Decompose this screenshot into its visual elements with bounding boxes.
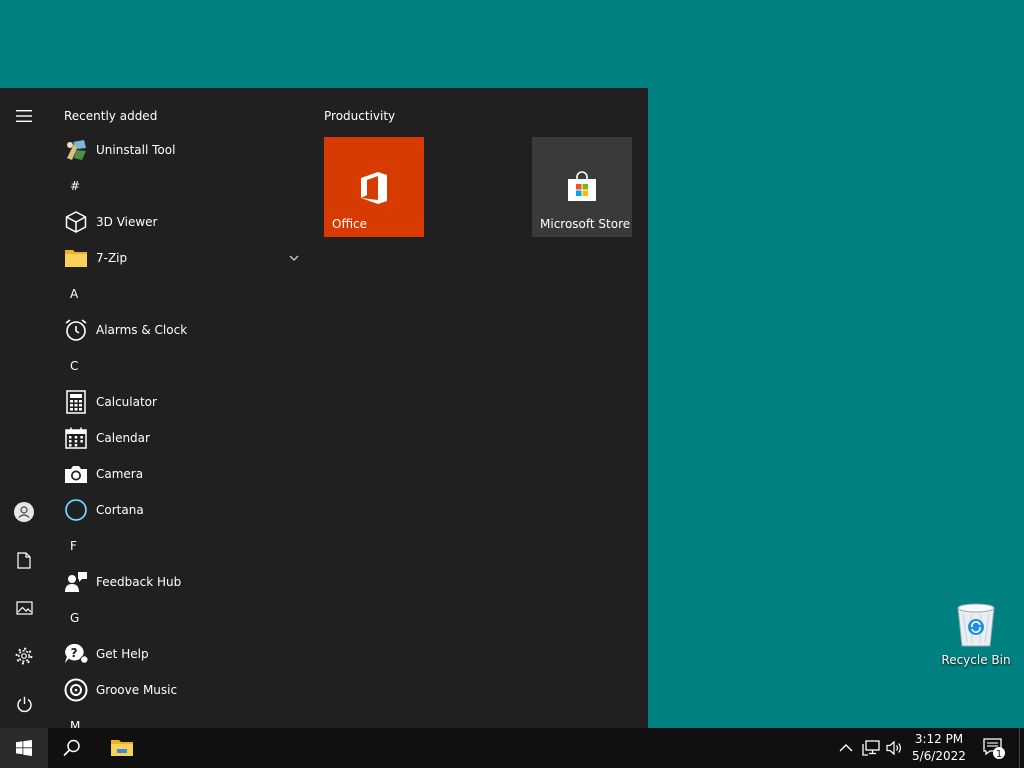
power-button[interactable]: [0, 680, 48, 728]
app-groove-music[interactable]: Groove Music: [48, 672, 308, 708]
recycle-bin-desktop-icon[interactable]: Recycle Bin: [936, 596, 1016, 672]
app-label: Calculator: [96, 395, 157, 409]
user-account-button[interactable]: [0, 488, 48, 536]
clock-time: 3:12 PM: [914, 732, 964, 746]
camera-icon: [64, 462, 88, 486]
clock-date: 5/6/2022: [912, 749, 966, 763]
office-tile[interactable]: Office: [324, 137, 424, 237]
app-label: Cortana: [96, 503, 144, 517]
network-icon: [862, 740, 880, 756]
search-button[interactable]: [48, 728, 96, 768]
svg-text:?: ?: [71, 646, 78, 660]
app-7-zip[interactable]: 7-Zip: [48, 240, 308, 276]
network-button[interactable]: [858, 728, 884, 768]
file-explorer-button[interactable]: [98, 728, 146, 768]
section-letter-f[interactable]: F: [70, 528, 77, 564]
app-label: Feedback Hub: [96, 575, 182, 589]
taskbar: 3:12 PM 5/6/2022 1: [0, 728, 1024, 768]
app-calendar[interactable]: Calendar: [48, 420, 308, 456]
app-label: 7-Zip: [96, 251, 128, 265]
pictures-button[interactable]: [0, 584, 48, 632]
expand-menu-button[interactable]: [0, 92, 48, 140]
app-label: Get Help: [96, 647, 149, 661]
app-label: Calendar: [96, 431, 150, 445]
chevron-up-icon: [839, 744, 853, 752]
store-bag-icon: [568, 171, 596, 201]
recently-added-header: Recently added: [64, 109, 158, 123]
app-label: 3D Viewer: [96, 215, 158, 229]
hamburger-icon: [16, 110, 32, 122]
alarm-clock-icon: [64, 318, 88, 342]
app-label: Alarms & Clock: [96, 323, 188, 337]
app-label: Groove Music: [96, 683, 178, 697]
power-icon: [16, 696, 32, 712]
app-cortana[interactable]: Cortana: [48, 492, 308, 528]
app-list: Recently added Uninstall Tool # 3D Viewe…: [48, 88, 316, 728]
start-button[interactable]: [0, 728, 48, 768]
tray-clock[interactable]: 3:12 PM 5/6/2022: [906, 731, 972, 765]
action-center-icon: 1: [983, 738, 1005, 760]
cube-icon: [64, 210, 88, 234]
windows-logo-icon: [16, 740, 32, 756]
section-letter-m[interactable]: M: [70, 708, 80, 728]
music-disc-icon: [64, 678, 88, 702]
app-label: Camera: [96, 467, 144, 481]
pictures-icon: [15, 601, 33, 615]
folder-icon: [64, 246, 88, 270]
document-icon: [17, 551, 31, 569]
recycle-bin-label: Recycle Bin: [941, 653, 1011, 667]
section-letter-c[interactable]: C: [70, 348, 78, 384]
volume-button[interactable]: [884, 728, 906, 768]
search-icon: [63, 739, 80, 757]
tile-label: Office: [332, 217, 368, 231]
section-letter-g[interactable]: G: [70, 600, 79, 636]
start-left-rail: [0, 88, 48, 728]
help-icon: ?: [64, 642, 88, 666]
app-label: Uninstall Tool: [96, 143, 176, 157]
tile-label: Microsoft Store: [540, 217, 631, 231]
microsoft-store-tile[interactable]: Microsoft Store: [532, 137, 632, 237]
app-calculator[interactable]: Calculator: [48, 384, 308, 420]
file-explorer-icon: [111, 740, 133, 756]
office-icon: [361, 172, 387, 204]
feedback-hub-icon: [64, 570, 88, 594]
notification-count-badge: 1: [996, 749, 1002, 760]
tile-group-title[interactable]: Productivity: [324, 109, 395, 123]
tiles-area: Productivity Office Microsoft Store: [316, 88, 648, 728]
user-icon: [14, 502, 34, 522]
show-hidden-icons-button[interactable]: [834, 728, 858, 768]
app-uninstall-tool[interactable]: Uninstall Tool: [48, 132, 308, 168]
volume-icon: [886, 740, 901, 756]
app-feedback-hub[interactable]: Feedback Hub: [48, 564, 308, 600]
documents-button[interactable]: [0, 536, 48, 584]
cortana-icon: [64, 498, 88, 522]
calendar-icon: [64, 426, 88, 450]
action-center-button[interactable]: 1: [976, 728, 1012, 768]
chevron-down-icon[interactable]: [286, 250, 302, 266]
show-desktop-button[interactable]: [1019, 728, 1024, 768]
start-menu: Recently added Uninstall Tool # 3D Viewe…: [0, 88, 648, 728]
app-alarms-clock[interactable]: Alarms & Clock: [48, 312, 308, 348]
app-camera[interactable]: Camera: [48, 456, 308, 492]
section-letter-hash[interactable]: #: [70, 168, 80, 204]
app-get-help[interactable]: ? Get Help: [48, 636, 308, 672]
section-letter-a[interactable]: A: [70, 276, 78, 312]
calculator-icon: [64, 390, 88, 414]
gear-icon: [15, 647, 33, 665]
settings-button[interactable]: [0, 632, 48, 680]
recycle-bin-icon: [957, 603, 995, 647]
app-3d-viewer[interactable]: 3D Viewer: [48, 204, 308, 240]
uninstall-tool-icon: [64, 138, 88, 162]
